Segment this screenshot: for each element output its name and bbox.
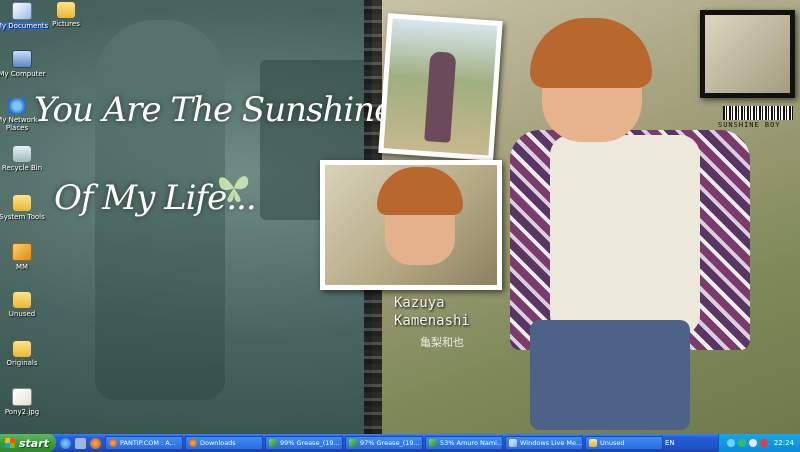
network-places-icon bbox=[8, 98, 26, 114]
clock[interactable]: 22:24 bbox=[774, 439, 794, 447]
show-desktop-icon[interactable] bbox=[75, 437, 86, 449]
browser-icon bbox=[109, 439, 117, 447]
task-download-grease-1[interactable]: 99% Grease_(19... bbox=[265, 436, 343, 450]
recycle-bin-icon bbox=[13, 146, 31, 162]
download-progress-icon bbox=[429, 439, 437, 447]
jpg-file-icon bbox=[12, 388, 32, 406]
windows-logo-icon bbox=[5, 438, 15, 448]
firefox-icon[interactable] bbox=[90, 437, 101, 449]
photo-walking-away bbox=[378, 13, 503, 161]
start-label: start bbox=[19, 436, 49, 450]
folder-icon bbox=[589, 439, 597, 447]
desktop-icon-my-computer[interactable]: My Computer bbox=[0, 50, 52, 78]
wallpaper-title-line1: You Are The Sunshine bbox=[34, 90, 394, 130]
language-indicator[interactable]: EN bbox=[665, 439, 685, 447]
folder-icon bbox=[13, 292, 31, 308]
desktop-wallpaper: You Are The Sunshine Of My Life... SUNSH… bbox=[0, 0, 800, 434]
name-english: Kazuya Kamenashi bbox=[394, 294, 470, 330]
messenger-tray-icon[interactable] bbox=[737, 439, 746, 447]
task-pantip[interactable]: PANTIP.COM : A... bbox=[105, 436, 183, 450]
butterfly-icon bbox=[214, 170, 254, 210]
task-downloads[interactable]: Downloads bbox=[185, 436, 263, 450]
volume-tray-icon[interactable] bbox=[748, 439, 757, 447]
folder-icon bbox=[13, 341, 31, 357]
folder-icon bbox=[57, 2, 75, 18]
desktop-icon-pony2-jpg[interactable]: Pony2.jpg bbox=[0, 388, 52, 416]
desktop-icon-pictures[interactable]: Pictures bbox=[36, 2, 96, 28]
mm-shortcut-icon bbox=[12, 243, 32, 261]
desktop-icon-originals[interactable]: Originals bbox=[0, 341, 52, 367]
security-tray-icon[interactable] bbox=[759, 439, 768, 447]
download-progress-icon bbox=[269, 439, 277, 447]
messenger-icon bbox=[509, 439, 517, 447]
start-button[interactable]: start bbox=[0, 434, 56, 452]
system-tray: 22:24 bbox=[717, 434, 800, 452]
desktop-icon-network-places[interactable]: My Network Places bbox=[0, 98, 42, 132]
desktop-icon-recycle-bin[interactable]: Recycle Bin bbox=[0, 146, 52, 172]
task-unused-folder[interactable]: Unused bbox=[585, 436, 663, 450]
desktop-icon-unused[interactable]: Unused bbox=[0, 292, 52, 318]
wallpaper-person-sitting bbox=[510, 18, 750, 430]
folder-icon bbox=[13, 195, 31, 211]
my-computer-icon bbox=[12, 50, 32, 68]
download-progress-icon bbox=[349, 439, 357, 447]
task-download-amuro[interactable]: 53% Amuro Nami... bbox=[425, 436, 503, 450]
taskbar: start PANTIP.COM : A... Downloads 99% Gr… bbox=[0, 434, 800, 452]
photo-portrait bbox=[320, 160, 502, 290]
browser-icon bbox=[189, 439, 197, 447]
my-documents-icon bbox=[12, 2, 32, 20]
name-japanese: 亀梨和也 bbox=[420, 336, 464, 349]
task-windows-live-messenger[interactable]: Windows Live Me... bbox=[505, 436, 583, 450]
internet-explorer-icon[interactable] bbox=[60, 437, 71, 449]
network-tray-icon[interactable] bbox=[726, 439, 735, 447]
name-english-line1: Kazuya bbox=[394, 295, 445, 311]
name-english-line2: Kamenashi bbox=[394, 313, 470, 329]
task-download-grease-2[interactable]: 97% Grease_(19... bbox=[345, 436, 423, 450]
desktop-icon-mm[interactable]: MM bbox=[0, 243, 52, 271]
desktop-icon-system-tools[interactable]: System Tools bbox=[0, 195, 52, 221]
quick-launch bbox=[56, 437, 105, 449]
